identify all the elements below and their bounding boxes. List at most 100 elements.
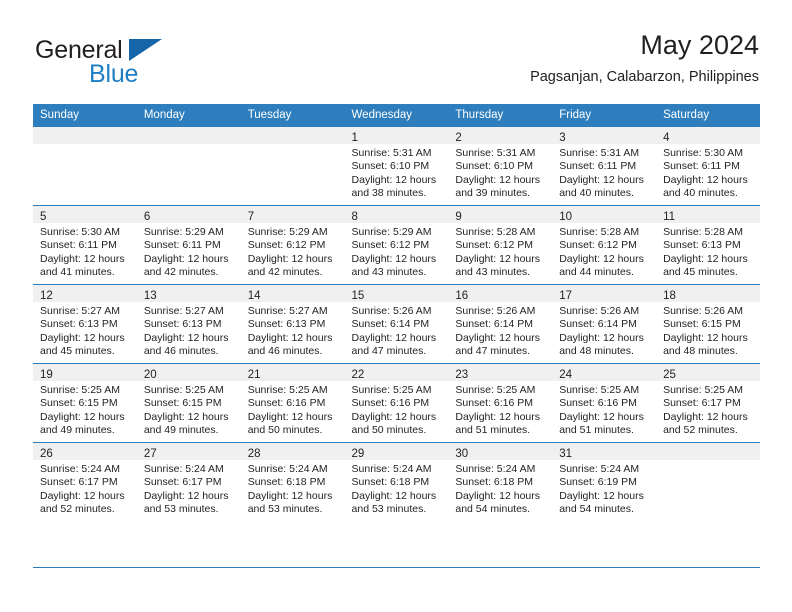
- calendar-day-cell[interactable]: 12 Sunrise: 5:27 AM Sunset: 6:13 PM Dayligh…: [33, 284, 137, 364]
- day-cell-details: Sunrise: 5:30 AM Sunset: 6:11 PM Daylight:…: [656, 144, 760, 201]
- day-cell-inner: 27 Sunrise: 5:24 AM Sunset: 6:17 PM Dayligh…: [136, 443, 241, 521]
- day-detail-line: and 48 minutes.: [663, 345, 738, 358]
- calendar-day-cell[interactable]: 6 Sunrise: 5:29 AM Sunset: 6:11 PM Daylight…: [136, 205, 241, 285]
- day-detail-line: Sunset: 6:10 PM: [455, 160, 534, 173]
- calendar-day-cell-empty: [656, 442, 760, 521]
- day-detail-line: and 41 minutes.: [40, 266, 115, 279]
- day-detail-line: Sunrise: 5:29 AM: [351, 226, 432, 238]
- day-detail-line: Sunset: 6:12 PM: [559, 239, 637, 252]
- day-detail-line: Daylight: 12 hours: [455, 252, 541, 265]
- weekday-header-monday: Monday: [136, 104, 241, 127]
- day-cell-details: Sunrise: 5:31 AM Sunset: 6:11 PM Daylight:…: [552, 144, 656, 201]
- day-number-band: 16: [448, 285, 553, 302]
- general-blue-logo[interactable]: General Blue: [33, 36, 243, 92]
- calendar-day-cell[interactable]: 29 Sunrise: 5:24 AM Sunset: 6:18 PM Dayligh…: [344, 442, 449, 521]
- calendar-day-cell[interactable]: 31 Sunrise: 5:24 AM Sunset: 6:19 PM Dayligh…: [552, 442, 657, 521]
- calendar-day-cell[interactable]: 10 Sunrise: 5:28 AM Sunset: 6:12 PM Dayligh…: [552, 205, 657, 285]
- day-cell-details: Sunrise: 5:30 AM Sunset: 6:11 PM Daylight:…: [33, 223, 137, 280]
- day-number-band: [240, 127, 345, 144]
- calendar-day-cell[interactable]: 19 Sunrise: 5:25 AM Sunset: 6:15 PM Dayligh…: [33, 363, 137, 443]
- day-cell-details: Sunrise: 5:26 AM Sunset: 6:14 PM Daylight:…: [345, 302, 449, 359]
- calendar-day-cell[interactable]: 21 Sunrise: 5:25 AM Sunset: 6:16 PM Dayligh…: [240, 363, 345, 443]
- day-cell-inner: 9 Sunrise: 5:28 AM Sunset: 6:12 PM Daylight…: [448, 206, 553, 284]
- day-number: 17: [559, 290, 573, 302]
- calendar-day-cell[interactable]: 27 Sunrise: 5:24 AM Sunset: 6:17 PM Dayligh…: [136, 442, 241, 521]
- day-detail-line: Sunrise: 5:25 AM: [663, 384, 744, 396]
- day-detail-line: Sunrise: 5:27 AM: [143, 305, 224, 317]
- day-detail-line: Daylight: 12 hours: [663, 173, 748, 186]
- day-cell-inner: 7 Sunrise: 5:29 AM Sunset: 6:12 PM Daylight…: [240, 206, 345, 284]
- day-detail-line: Sunset: 6:13 PM: [663, 239, 741, 252]
- day-number-band: 30: [448, 443, 553, 460]
- day-detail-line: and 50 minutes.: [247, 424, 323, 437]
- day-cell-details: Sunrise: 5:31 AM Sunset: 6:10 PM Daylight:…: [448, 144, 552, 201]
- day-detail-line: and 52 minutes.: [663, 424, 738, 437]
- day-number: 14: [247, 290, 261, 302]
- calendar-day-cell[interactable]: 23 Sunrise: 5:25 AM Sunset: 6:16 PM Dayligh…: [448, 363, 553, 443]
- day-number: 12: [40, 290, 53, 302]
- calendar-day-cell[interactable]: 25 Sunrise: 5:25 AM Sunset: 6:17 PM Dayligh…: [656, 363, 760, 443]
- day-number-band: 26: [33, 443, 137, 460]
- day-detail-line: Sunset: 6:11 PM: [663, 160, 740, 173]
- calendar-day-cell[interactable]: 3 Sunrise: 5:31 AM Sunset: 6:11 PM Daylight…: [552, 126, 657, 206]
- day-number-band: 10: [552, 206, 657, 223]
- triangle-logo-icon: [129, 39, 162, 61]
- day-detail-line: Daylight: 12 hours: [247, 410, 333, 423]
- day-detail-line: and 43 minutes.: [455, 266, 531, 279]
- calendar-day-cell[interactable]: 17 Sunrise: 5:26 AM Sunset: 6:14 PM Dayligh…: [552, 284, 657, 364]
- sunrise-sunset-calendar: Sunday Monday Tuesday Wednesday Thursday…: [33, 104, 760, 521]
- day-detail-line: Sunset: 6:10 PM: [351, 160, 430, 173]
- calendar-day-cell[interactable]: 26 Sunrise: 5:24 AM Sunset: 6:17 PM Dayligh…: [33, 442, 137, 521]
- day-detail-line: Sunset: 6:14 PM: [455, 318, 534, 331]
- calendar-day-cell-empty: [136, 126, 241, 206]
- calendar-day-cell[interactable]: 20 Sunrise: 5:25 AM Sunset: 6:15 PM Dayligh…: [136, 363, 241, 443]
- day-cell-inner: 21 Sunrise: 5:25 AM Sunset: 6:16 PM Dayligh…: [240, 364, 345, 442]
- calendar-day-cell[interactable]: 16 Sunrise: 5:26 AM Sunset: 6:14 PM Dayligh…: [448, 284, 553, 364]
- calendar-day-cell[interactable]: 24 Sunrise: 5:25 AM Sunset: 6:16 PM Dayligh…: [552, 363, 657, 443]
- calendar-day-cell[interactable]: 4 Sunrise: 5:30 AM Sunset: 6:11 PM Daylight…: [656, 126, 760, 206]
- calendar-day-cell[interactable]: 30 Sunrise: 5:24 AM Sunset: 6:18 PM Dayligh…: [448, 442, 553, 521]
- calendar-day-cell[interactable]: 13 Sunrise: 5:27 AM Sunset: 6:13 PM Dayligh…: [136, 284, 241, 364]
- day-number: 18: [663, 290, 676, 302]
- calendar-day-cell[interactable]: 1 Sunrise: 5:31 AM Sunset: 6:10 PM Daylight…: [344, 126, 449, 206]
- calendar-day-cell[interactable]: 5 Sunrise: 5:30 AM Sunset: 6:11 PM Daylight…: [33, 205, 137, 285]
- calendar-day-cell[interactable]: 8 Sunrise: 5:29 AM Sunset: 6:12 PM Daylight…: [344, 205, 449, 285]
- calendar-day-cell[interactable]: 14 Sunrise: 5:27 AM Sunset: 6:13 PM Dayligh…: [240, 284, 345, 364]
- day-cell-inner: [33, 127, 137, 205]
- day-detail-line: Daylight: 12 hours: [455, 410, 541, 423]
- calendar-day-cell[interactable]: 22 Sunrise: 5:25 AM Sunset: 6:16 PM Dayligh…: [344, 363, 449, 443]
- calendar-day-cell[interactable]: 15 Sunrise: 5:26 AM Sunset: 6:14 PM Dayligh…: [344, 284, 449, 364]
- day-detail-line: Sunrise: 5:31 AM: [455, 147, 536, 159]
- day-detail-line: Sunrise: 5:24 AM: [40, 463, 120, 475]
- day-cell-details: [241, 144, 345, 147]
- day-cell-details: Sunrise: 5:27 AM Sunset: 6:13 PM Daylight:…: [137, 302, 241, 359]
- day-detail-line: Daylight: 12 hours: [247, 252, 333, 265]
- day-detail-line: Sunrise: 5:30 AM: [40, 226, 120, 238]
- day-number-band: 12: [33, 285, 137, 302]
- day-detail-line: Daylight: 12 hours: [559, 410, 644, 423]
- day-number: 27: [143, 448, 157, 460]
- day-detail-line: and 52 minutes.: [40, 503, 115, 516]
- day-number-band: 27: [136, 443, 241, 460]
- calendar-day-cell[interactable]: 18 Sunrise: 5:26 AM Sunset: 6:15 PM Dayligh…: [656, 284, 760, 364]
- calendar-day-cell[interactable]: 11 Sunrise: 5:28 AM Sunset: 6:13 PM Dayligh…: [656, 205, 760, 285]
- day-number-band: 18: [656, 285, 760, 302]
- day-number-band: 6: [136, 206, 241, 223]
- day-cell-inner: 19 Sunrise: 5:25 AM Sunset: 6:15 PM Dayligh…: [33, 364, 137, 442]
- weekday-header-tuesday: Tuesday: [240, 104, 345, 127]
- day-number: 19: [40, 369, 53, 381]
- day-cell-inner: [240, 127, 345, 205]
- day-detail-line: and 49 minutes.: [143, 424, 219, 437]
- day-number-band: [656, 443, 760, 460]
- day-detail-line: Sunrise: 5:28 AM: [455, 226, 536, 238]
- day-detail-line: and 53 minutes.: [247, 503, 323, 516]
- calendar-day-cell[interactable]: 2 Sunrise: 5:31 AM Sunset: 6:10 PM Daylight…: [448, 126, 553, 206]
- day-detail-line: Sunset: 6:11 PM: [559, 160, 637, 173]
- page-title: May 2024: [640, 30, 759, 60]
- day-cell-details: Sunrise: 5:25 AM Sunset: 6:16 PM Daylight:…: [448, 381, 552, 438]
- calendar-day-cell[interactable]: 9 Sunrise: 5:28 AM Sunset: 6:12 PM Daylight…: [448, 205, 553, 285]
- calendar-day-cell[interactable]: 28 Sunrise: 5:24 AM Sunset: 6:18 PM Dayligh…: [240, 442, 345, 521]
- day-detail-line: and 47 minutes.: [351, 345, 427, 358]
- calendar-day-cell[interactable]: 7 Sunrise: 5:29 AM Sunset: 6:12 PM Daylight…: [240, 205, 345, 285]
- day-detail-line: Sunset: 6:16 PM: [351, 397, 430, 410]
